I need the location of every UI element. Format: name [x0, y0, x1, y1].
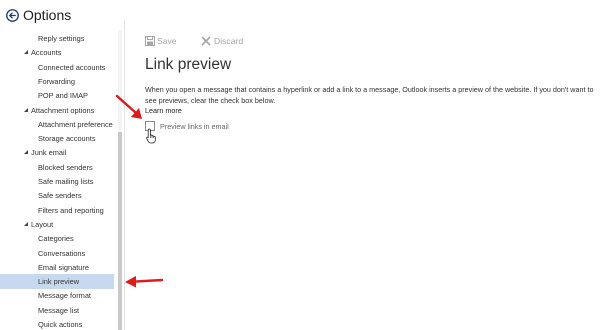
sidebar-group-junk-email[interactable]: Junk email: [0, 145, 114, 160]
sidebar-item-categories[interactable]: Categories: [0, 231, 114, 246]
sidebar-item-label: Layout: [31, 219, 54, 229]
sidebar-item-label: Email signature: [38, 262, 89, 272]
sidebar-item-label: Safe senders: [38, 191, 82, 201]
annotation-arrow-link-preview: [125, 276, 164, 288]
sidebar-item-filters-and-reporting[interactable]: Filters and reporting: [0, 203, 114, 218]
sidebar-item-label: Connected accounts: [38, 62, 106, 72]
save-button[interactable]: Save: [145, 34, 185, 48]
discard-button[interactable]: Discard: [201, 34, 251, 48]
sidebar-item-label: Storage accounts: [38, 134, 96, 144]
collapse-triangle-icon[interactable]: [24, 150, 28, 155]
sidebar-item-label: Categories: [38, 234, 74, 244]
sidebar-item-safe-mailing-lists[interactable]: Safe mailing lists: [0, 174, 114, 189]
preview-links-checkbox-label[interactable]: Preview links in email: [160, 122, 229, 131]
sidebar-item-label: Message list: [38, 305, 80, 315]
sidebar-item-label: Forwarding: [38, 76, 75, 86]
sidebar-item-label: Blocked senders: [38, 162, 93, 172]
sidebar-item-reply-settings[interactable]: Reply settings: [0, 31, 114, 46]
options-title: Options: [23, 7, 72, 23]
annotation-arrow-checkbox: [115, 94, 142, 119]
sidebar-item-label: Reply settings: [38, 34, 85, 43]
learn-more-link[interactable]: Learn more: [145, 106, 182, 116]
save-icon: [145, 36, 155, 46]
sidebar-item-label: Link preview: [38, 277, 80, 287]
collapse-triangle-icon[interactable]: [24, 50, 28, 55]
page-title: Link preview: [145, 56, 232, 73]
back-arrow-icon[interactable]: [6, 9, 19, 22]
sidebar-item-message-list[interactable]: Message list: [0, 303, 114, 318]
sidebar-item-label: Filters and reporting: [38, 205, 104, 215]
sidebar-item-label: POP and IMAP: [38, 91, 88, 101]
sidebar-group-layout[interactable]: Layout: [0, 217, 114, 232]
discard-label: Discard: [214, 36, 244, 46]
collapse-triangle-icon[interactable]: [24, 221, 28, 226]
sidebar-item-label: Conversations: [38, 248, 86, 258]
sidebar-item-label: Safe mailing lists: [38, 177, 94, 186]
sidebar-item-pop-and-imap[interactable]: POP and IMAP: [0, 88, 114, 103]
sidebar-item-message-format[interactable]: Message format: [0, 288, 114, 303]
sidebar-item-label: Quick actions: [38, 320, 83, 329]
sidebar-item-blocked-senders[interactable]: Blocked senders: [0, 160, 114, 175]
sidebar-item-conversations[interactable]: Conversations: [0, 246, 114, 261]
sidebar-item-label: Junk email: [31, 148, 67, 158]
sidebar-item-forwarding[interactable]: Forwarding: [0, 74, 114, 89]
sidebar-item-label: Accounts: [31, 48, 62, 58]
sidebar-item-safe-senders[interactable]: Safe senders: [0, 188, 114, 203]
link-preview-description: When you open a message that contains a …: [145, 85, 594, 105]
sidebar-item-email-signature[interactable]: Email signature: [0, 260, 114, 275]
sidebar-item-connected-accounts[interactable]: Connected accounts: [0, 60, 114, 75]
sidebar-scrollbar-thumb[interactable]: [118, 132, 122, 330]
collapse-triangle-icon[interactable]: [24, 107, 28, 112]
sidebar-item-attachment-preference[interactable]: Attachment preference: [0, 117, 114, 132]
sidebar-item-link-preview[interactable]: Link preview: [0, 274, 114, 290]
options-window: Options Reply settings Accounts Connected …: [0, 0, 600, 330]
sidebar-item-storage-accounts[interactable]: Storage accounts: [0, 131, 114, 146]
options-header: Options: [0, 0, 124, 30]
close-icon: [201, 36, 211, 46]
sidebar-item-label: Attachment options: [31, 105, 95, 115]
sidebar-item-label: Message format: [38, 291, 91, 301]
hand-cursor-icon: [146, 128, 156, 144]
save-label: Save: [157, 36, 177, 46]
options-sidebar: Reply settings Accounts Connected accounts…: [0, 30, 118, 330]
sidebar-item-quick-actions[interactable]: Quick actions: [0, 317, 114, 330]
sidebar-item-label: Attachment preference: [38, 119, 113, 129]
sidebar-group-accounts[interactable]: Accounts: [0, 45, 114, 60]
sidebar-group-attachment-options[interactable]: Attachment options: [0, 103, 114, 118]
